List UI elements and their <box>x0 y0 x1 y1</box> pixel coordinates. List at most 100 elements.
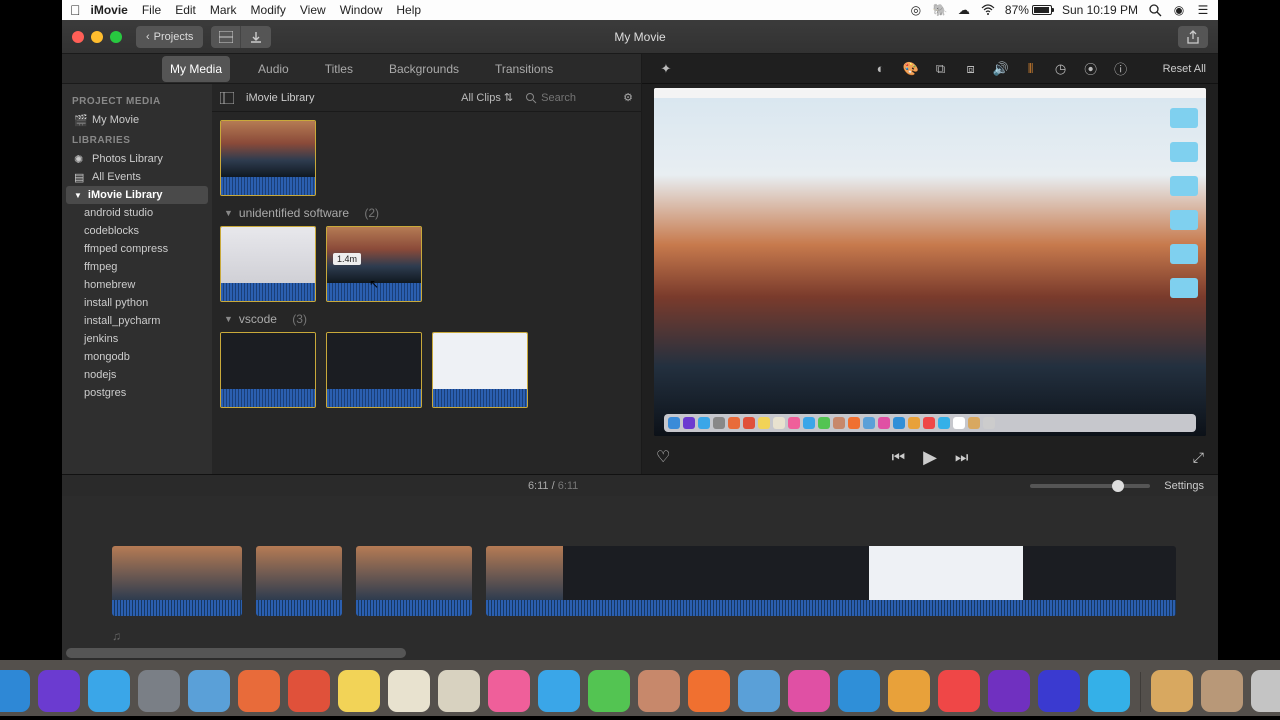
timeline-scrollbar[interactable] <box>66 648 406 658</box>
menubar-clock[interactable]: Sun 10:19 PM <box>1062 3 1138 17</box>
timeline-clip[interactable] <box>256 546 342 616</box>
apple-menu-icon[interactable]:  <box>70 2 81 18</box>
timeline[interactable]: ♫ <box>62 496 1218 660</box>
tab-backgrounds[interactable]: Backgrounds <box>381 56 467 82</box>
clips-filter-dropdown[interactable]: All Clips ⇅ <box>461 91 513 104</box>
dock-app-icon[interactable] <box>1201 670 1243 712</box>
menu-help[interactable]: Help <box>396 3 421 17</box>
share-button[interactable] <box>1178 26 1208 48</box>
dock-app-icon[interactable] <box>288 670 330 712</box>
menu-edit[interactable]: Edit <box>175 3 196 17</box>
speed-icon[interactable]: ◷ <box>1053 61 1069 77</box>
reset-all-button[interactable]: Reset All <box>1163 63 1206 75</box>
color-correction-icon[interactable]: 🎨 <box>903 61 919 77</box>
clip-thumbnail[interactable] <box>326 332 422 408</box>
fullscreen-button[interactable]: ⤢ <box>1193 449 1204 466</box>
sidebar-item-event[interactable]: install python <box>66 294 208 312</box>
siri-icon[interactable]: ◉ <box>1172 3 1186 17</box>
dock-app-icon[interactable] <box>0 670 30 712</box>
notification-center-icon[interactable]: ☰ <box>1196 3 1210 17</box>
dock-app-icon[interactable] <box>488 670 530 712</box>
play-button[interactable]: ▶ <box>923 447 937 468</box>
search-field[interactable] <box>525 92 611 104</box>
sidebar-item-event[interactable]: postgres <box>66 384 208 402</box>
dock-app-icon[interactable] <box>338 670 380 712</box>
crop-icon[interactable]: ⧉ <box>933 61 949 77</box>
dock-app-icon[interactable] <box>688 670 730 712</box>
sidebar-item-imovie-library[interactable]: ▼ iMovie Library <box>66 186 208 204</box>
magic-wand-icon[interactable]: ✦ <box>658 61 674 77</box>
skip-back-button[interactable]: ⏮ <box>892 449 906 466</box>
tab-transitions[interactable]: Transitions <box>487 56 561 82</box>
sidebar-item-event[interactable]: android studio <box>66 204 208 222</box>
window-maximize-button[interactable] <box>110 31 122 43</box>
status-icon[interactable]: 🐘 <box>933 3 947 17</box>
tab-audio[interactable]: Audio <box>250 56 297 82</box>
layout-toggle-button[interactable] <box>211 26 241 48</box>
battery-status[interactable]: 87% <box>1005 3 1052 17</box>
dock-app-icon[interactable] <box>788 670 830 712</box>
sidebar-item-event[interactable]: ffmpeg <box>66 258 208 276</box>
sidebar-item-event[interactable]: jenkins <box>66 330 208 348</box>
menu-view[interactable]: View <box>300 3 326 17</box>
dock-app-icon[interactable] <box>388 670 430 712</box>
preview-viewer[interactable] <box>654 88 1206 436</box>
dock-app-icon[interactable] <box>538 670 580 712</box>
dock-app-icon[interactable] <box>738 670 780 712</box>
noise-reduction-icon[interactable]: ⫴ <box>1023 61 1039 77</box>
clip-thumbnail[interactable]: 1.4m↖ <box>326 226 422 302</box>
sidebar-item-event[interactable]: mongodb <box>66 348 208 366</box>
dock-app-icon[interactable] <box>138 670 180 712</box>
clip-thumbnail[interactable] <box>220 226 316 302</box>
dock-app-icon[interactable] <box>38 670 80 712</box>
sidebar-item-event[interactable]: nodejs <box>66 366 208 384</box>
sidebar-item-project[interactable]: 🎬 My Movie <box>66 111 208 129</box>
dock-app-icon[interactable] <box>88 670 130 712</box>
dock-app-icon[interactable] <box>238 670 280 712</box>
clip-thumbnail[interactable] <box>432 332 528 408</box>
clip-thumbnail[interactable] <box>220 120 316 196</box>
dock-app-icon[interactable] <box>838 670 880 712</box>
tab-titles[interactable]: Titles <box>317 56 361 82</box>
status-icon[interactable]: ◎ <box>909 3 923 17</box>
sidebar-item-event[interactable]: ffmped compress <box>66 240 208 258</box>
menu-window[interactable]: Window <box>340 3 383 17</box>
dock-app-icon[interactable] <box>1251 670 1280 712</box>
dock-app-icon[interactable] <box>1151 670 1193 712</box>
clip-group-header[interactable]: ▼vscode (3) <box>224 312 633 326</box>
menu-modify[interactable]: Modify <box>251 3 286 17</box>
window-minimize-button[interactable] <box>91 31 103 43</box>
info-icon[interactable]: ⓘ <box>1113 61 1129 77</box>
timeline-settings-button[interactable]: Settings <box>1164 480 1204 492</box>
timeline-clip[interactable] <box>356 546 472 616</box>
dock-app-icon[interactable] <box>1038 670 1080 712</box>
volume-icon[interactable]: 🔊 <box>993 61 1009 77</box>
dock-app-icon[interactable] <box>588 670 630 712</box>
favorite-icon[interactable]: ♡ <box>656 447 670 467</box>
app-menu[interactable]: iMovie <box>91 3 128 17</box>
wifi-icon[interactable] <box>981 3 995 17</box>
tab-my-media[interactable]: My Media <box>162 56 230 82</box>
sidebar-item-event[interactable]: install_pycharm <box>66 312 208 330</box>
clip-thumbnail[interactable] <box>220 332 316 408</box>
audio-track[interactable]: ♫ <box>112 626 1218 646</box>
dock-app-icon[interactable] <box>1088 670 1130 712</box>
status-icon[interactable]: ☁ <box>957 3 971 17</box>
window-close-button[interactable] <box>72 31 84 43</box>
color-balance-icon[interactable]: ◐ <box>873 61 889 77</box>
menu-mark[interactable]: Mark <box>210 3 237 17</box>
browser-settings-icon[interactable]: ⚙ <box>623 91 633 104</box>
dock-app-icon[interactable] <box>188 670 230 712</box>
stabilize-icon[interactable]: ⧈ <box>963 61 979 77</box>
timeline-clip[interactable] <box>486 546 1176 616</box>
dock-app-icon[interactable] <box>638 670 680 712</box>
filter-icon[interactable]: ⦿ <box>1083 61 1099 77</box>
sidebar-item-all-events[interactable]: ▤ All Events <box>66 168 208 186</box>
clip-group-header[interactable]: ▼unidentified software (2) <box>224 206 633 220</box>
sidebar-item-event[interactable]: homebrew <box>66 276 208 294</box>
timeline-zoom-slider[interactable] <box>1030 484 1150 488</box>
dock-app-icon[interactable] <box>938 670 980 712</box>
spotlight-icon[interactable] <box>1148 3 1162 17</box>
dock-app-icon[interactable] <box>988 670 1030 712</box>
sidebar-item-photos[interactable]: ✺ Photos Library <box>66 150 208 168</box>
